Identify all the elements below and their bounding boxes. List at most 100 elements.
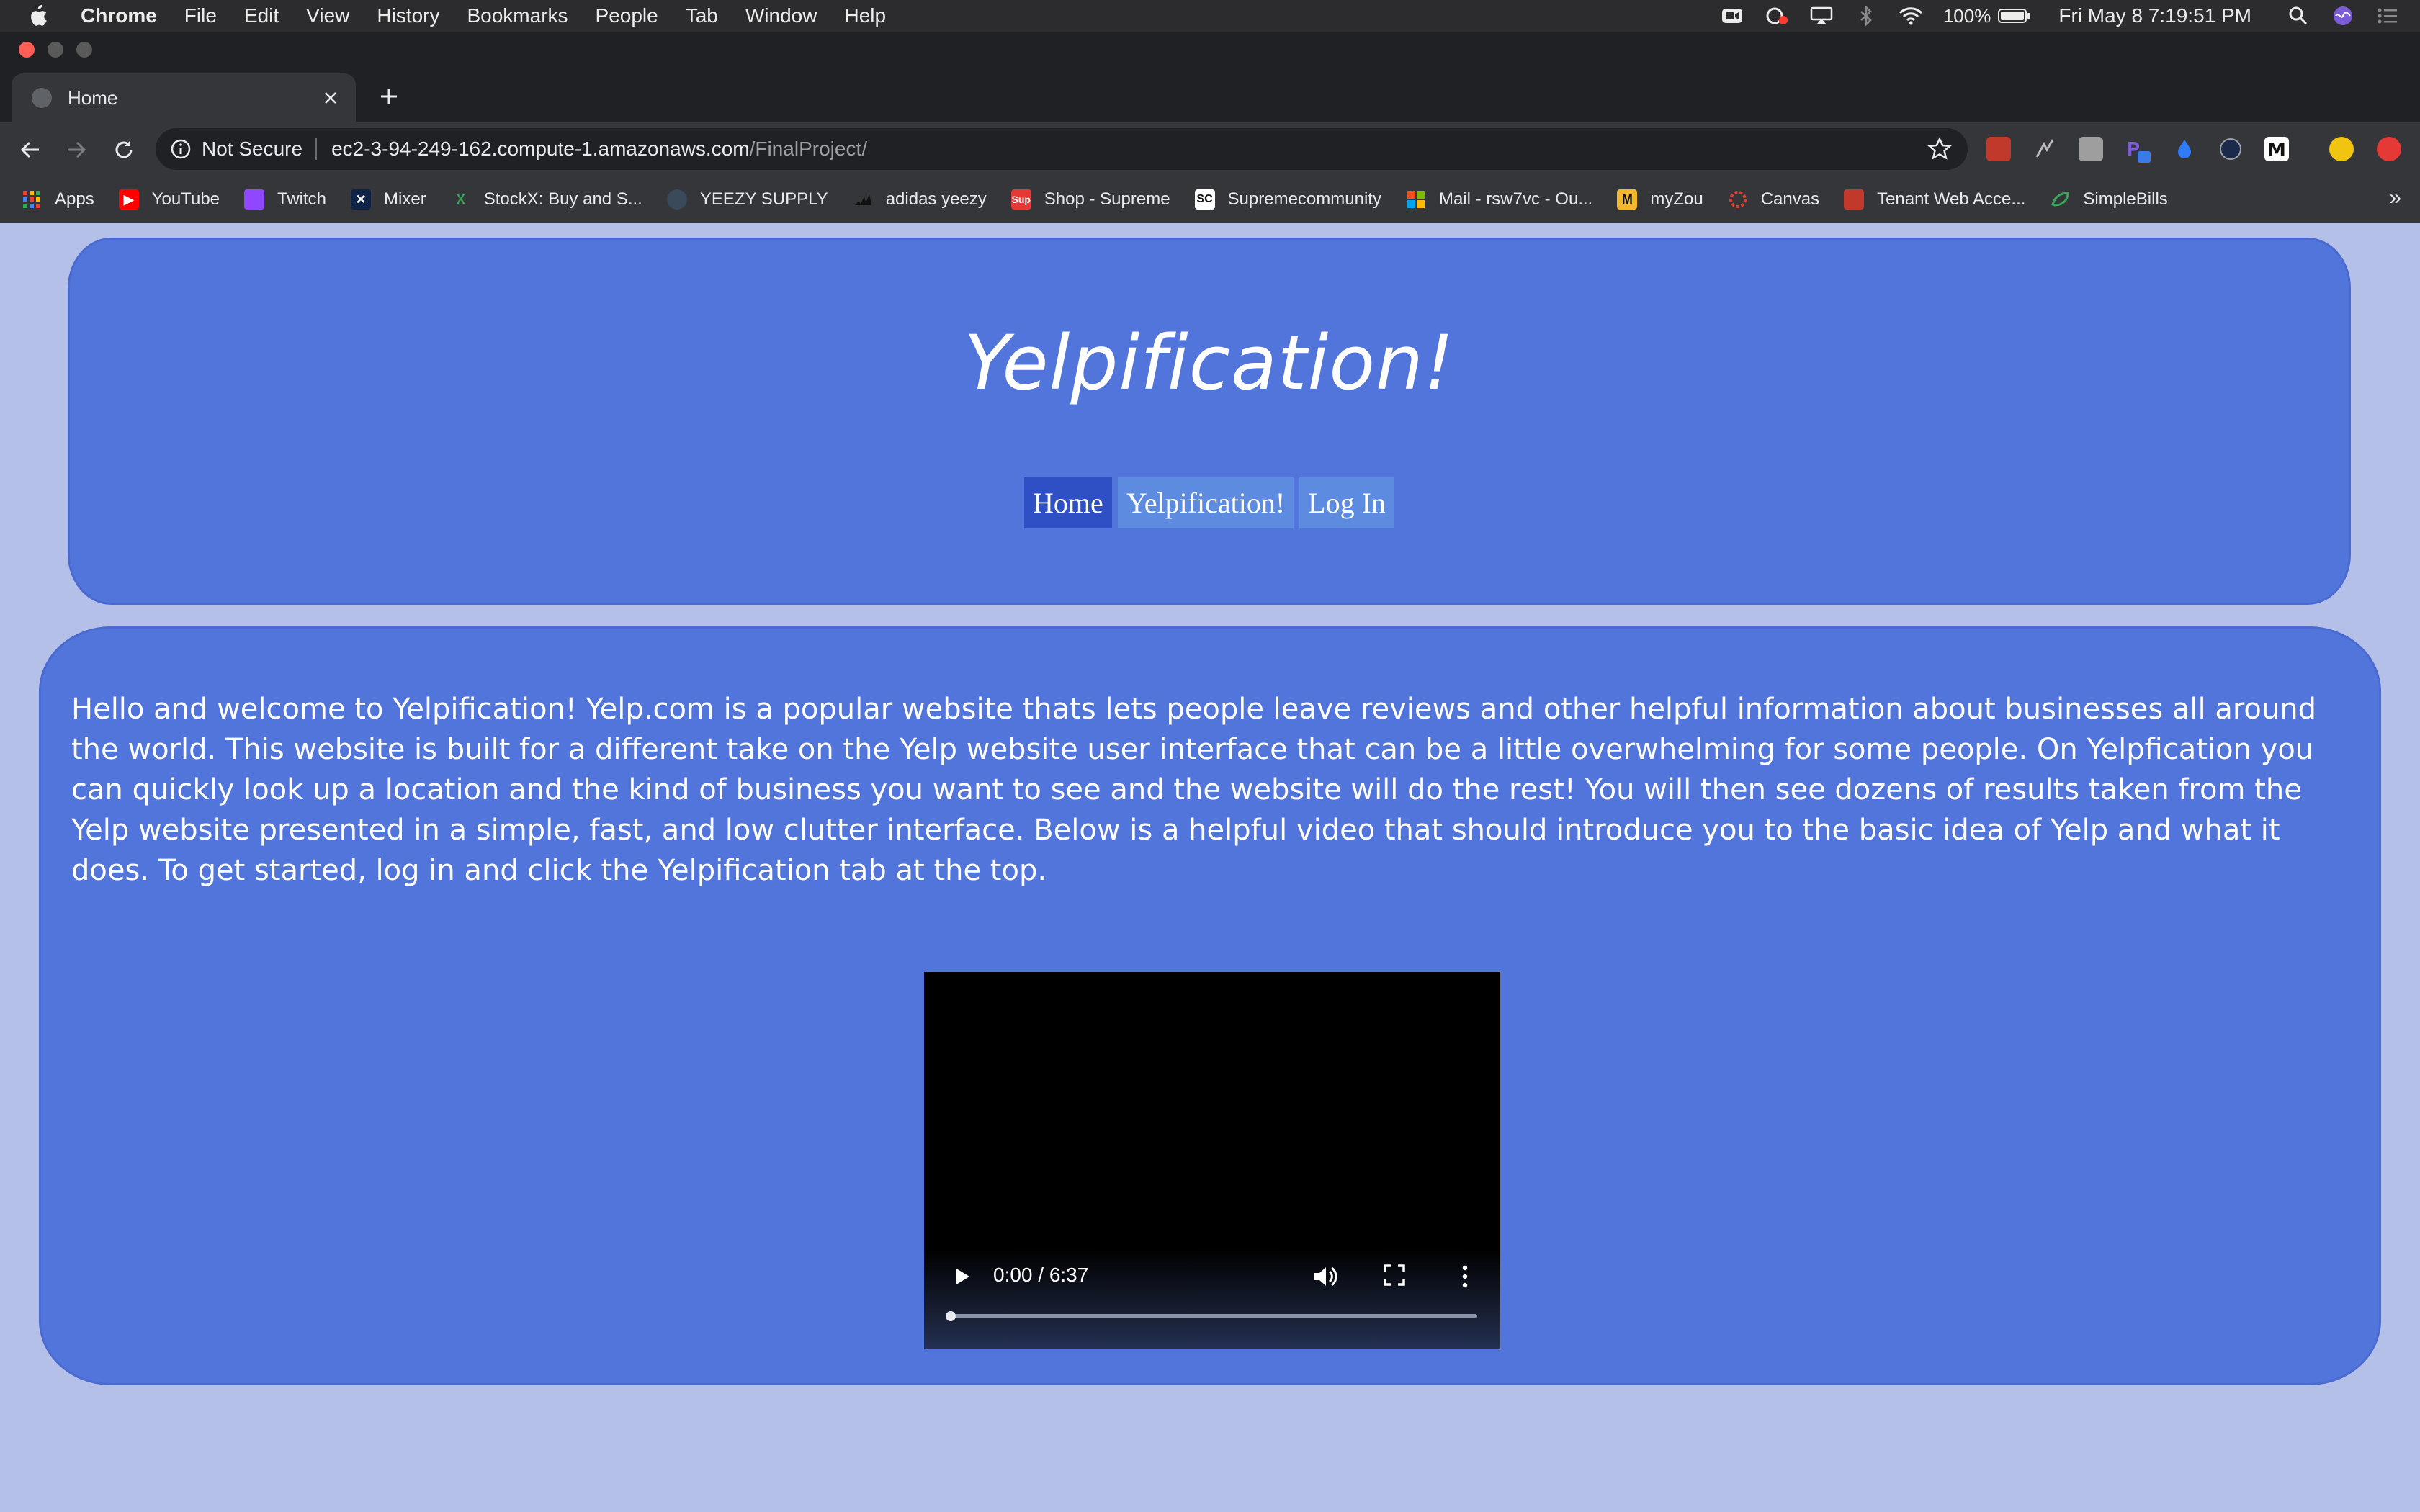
spotlight-search-icon[interactable] [2286,5,2311,27]
menu-edit[interactable]: Edit [244,4,279,27]
more-options-icon[interactable] [1454,1263,1476,1290]
siri-icon[interactable] [2331,5,2355,27]
bookmarks-bar: Apps ▶ YouTube Twitch ✕ Mixer X StockX: … [0,176,2420,223]
extension-r-icon[interactable] [2079,137,2103,161]
nav-yelpification[interactable]: Yelpification! [1117,477,1294,528]
forward-arrow-icon[interactable] [62,135,91,164]
intro-paragraph: Hello and welcome to Yelpification! Yelp… [71,693,2316,887]
menu-people[interactable]: People [596,4,658,27]
bookmark-simplebills[interactable]: SimpleBills [2050,189,2168,210]
tab-strip: Home [0,62,2420,122]
bluetooth-icon[interactable] [1854,5,1878,27]
extension-p-icon[interactable]: P [2125,137,2151,163]
web-page: Yelpification! Home Yelpification! Log I… [0,223,2420,1512]
info-icon[interactable] [170,138,192,160]
bookmark-stockx[interactable]: X StockX: Buy and S... [451,189,642,210]
globe-icon [32,88,52,108]
nav-log-in[interactable]: Log In [1299,477,1394,528]
twitch-icon [244,189,265,210]
airplay-icon[interactable] [1809,5,1834,27]
bookmark-label: Supremecommunity [1227,189,1381,209]
menu-view[interactable]: View [306,4,349,27]
bookmark-mixer[interactable]: ✕ Mixer [351,189,426,210]
menu-clock[interactable]: Fri May 8 7:19:51 PM [2058,4,2251,27]
extension-lightning-icon[interactable] [2033,137,2057,161]
address-bar[interactable]: Not Secure ec2-3-94-249-162.compute-1.am… [156,128,1968,170]
bookmark-adidas-yeezy[interactable]: adidas yeezy [853,189,987,210]
notification-center-icon[interactable] [2375,5,2400,27]
bookmark-label: Canvas [1760,189,1820,209]
bookmark-label: Shop - Supreme [1044,189,1170,209]
nav-home[interactable]: Home [1024,477,1112,528]
zoom-icon[interactable] [1720,5,1744,27]
close-window-button[interactable] [19,42,35,58]
apple-icon[interactable] [27,4,52,28]
tab-title: Home [68,86,118,109]
bookmark-canvas[interactable]: Canvas [1728,189,1819,210]
menu-file[interactable]: File [184,4,217,27]
menu-bookmarks[interactable]: Bookmarks [467,4,568,27]
minimize-window-button[interactable] [48,42,63,58]
bookmark-mail[interactable]: Mail - rsw7vc - Ou... [1406,189,1592,210]
bookmark-tenant-web-access[interactable]: Tenant Web Acce... [1844,189,2025,210]
bookmark-myzou[interactable]: M myZou [1617,189,1703,210]
microsoft-icon [1406,189,1426,210]
status-area: 100% Fri May 8 7:19:51 PM [1720,0,2420,32]
menu-window[interactable]: Window [745,4,817,27]
bookmark-label: YEEZY SUPPLY [699,189,828,209]
mixer-icon: ✕ [351,189,372,210]
profile-avatar[interactable] [2329,137,2354,161]
building-icon [1844,189,1865,210]
reload-icon[interactable] [109,135,138,164]
bookmark-yeezy-supply[interactable]: YEEZY SUPPLY [666,189,828,210]
close-icon[interactable] [320,87,341,109]
mizzou-icon: M [1617,189,1638,210]
bookmark-twitch[interactable]: Twitch [244,189,326,210]
youtube-icon: ▶ [118,189,139,210]
supreme-icon: Sup [1010,189,1031,210]
menu-help[interactable]: Help [844,4,886,27]
security-label[interactable]: Not Secure [202,138,302,161]
bookmark-apps[interactable]: Apps [22,189,94,210]
apps-grid-icon [22,189,42,210]
bookmark-label: adidas yeezy [885,189,987,209]
extension-drop-icon[interactable] [2172,137,2197,161]
menu-app-name[interactable]: Chrome [81,4,157,27]
video-progress-track[interactable] [947,1314,1477,1318]
content-section: Hello and welcome to Yelpification! Yelp… [39,626,2381,1385]
menu-history[interactable]: History [377,4,439,27]
extension-circle-icon[interactable] [2218,137,2243,161]
creative-cloud-icon[interactable] [1765,5,1789,27]
battery-percent: 100% [1942,4,1991,27]
back-arrow-icon[interactable] [16,135,45,164]
battery-icon[interactable] [1998,5,2031,27]
canvas-icon [1728,189,1748,210]
url-path: /FinalProject/ [749,138,868,160]
volume-icon[interactable] [1312,1263,1339,1290]
bookmark-label: SimpleBills [2083,189,2168,209]
play-icon[interactable] [951,1266,973,1287]
extension-chart-icon[interactable] [1986,137,2011,161]
site-title: Yelpification! [964,319,1455,407]
globe-icon [666,189,687,210]
video-player[interactable]: 0:00 / 6:37 [924,972,1500,1349]
bookmark-label: Tenant Web Acce... [1877,189,2026,209]
fullscreen-icon[interactable] [1382,1263,1407,1287]
stockx-icon: X [456,192,465,207]
extension-m-icon[interactable]: M [2264,137,2289,161]
new-tab-button[interactable] [376,84,402,109]
video-progress-thumb[interactable] [946,1311,956,1321]
url-host: ec2-3-94-249-162.compute-1.amazonaws.com [331,138,750,160]
zoom-window-button[interactable] [76,42,92,58]
bookmarks-overflow-button[interactable]: » [2389,186,2401,210]
extension-red-circle-icon[interactable] [2377,137,2401,161]
tab-home[interactable]: Home [12,73,356,122]
site-header: Yelpification! Home Yelpification! Log I… [68,238,2351,605]
bookmark-shop-supreme[interactable]: Sup Shop - Supreme [1010,189,1170,210]
bookmark-star-icon[interactable] [1927,137,1952,161]
menu-tab[interactable]: Tab [686,4,718,27]
wifi-icon[interactable] [1899,5,1923,27]
bookmark-supremecommunity[interactable]: SC Supremecommunity [1194,189,1381,210]
bookmark-youtube[interactable]: ▶ YouTube [118,189,220,210]
supremecommunity-icon: SC [1194,189,1215,210]
